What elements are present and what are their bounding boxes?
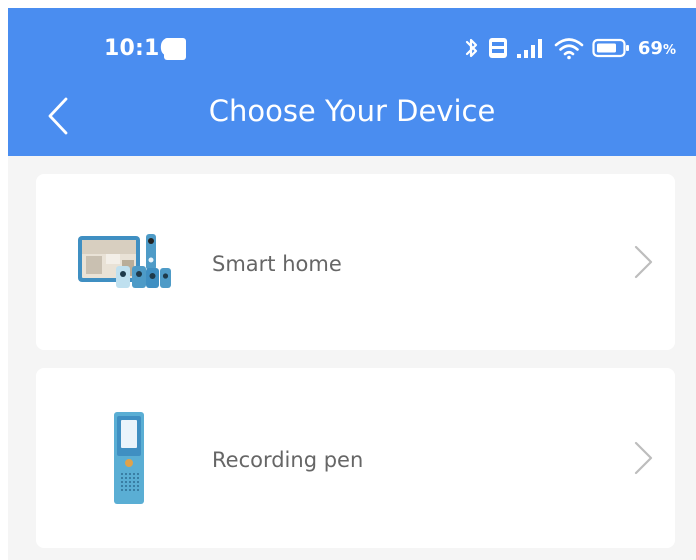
smart-home-devices-image [78, 234, 171, 288]
wifi-icon [554, 38, 584, 60]
chevron-right-icon [634, 245, 653, 279]
battery-percentage: 69% [637, 37, 676, 59]
recording-pen-image [114, 412, 144, 504]
volte-icon [488, 38, 507, 58]
screen: 10:16 69% Choose Your Device Smart home … [8, 8, 696, 560]
app-header: 10:16 69% Choose Your Device [8, 8, 696, 156]
status-icons: 69% [464, 34, 676, 62]
battery-icon [592, 38, 629, 58]
page-title: Choose Your Device [208, 94, 496, 128]
device-label-smart-home: Smart home [212, 252, 342, 276]
chevron-right-icon [634, 441, 653, 475]
device-label-recording-pen: Recording pen [212, 448, 364, 472]
bluetooth-icon [465, 38, 478, 58]
device-option-recording-pen[interactable]: Recording pen [36, 368, 675, 548]
signal-icon [516, 39, 542, 58]
device-option-smart-home[interactable]: Smart home [36, 174, 675, 350]
notification-icon [164, 38, 186, 60]
